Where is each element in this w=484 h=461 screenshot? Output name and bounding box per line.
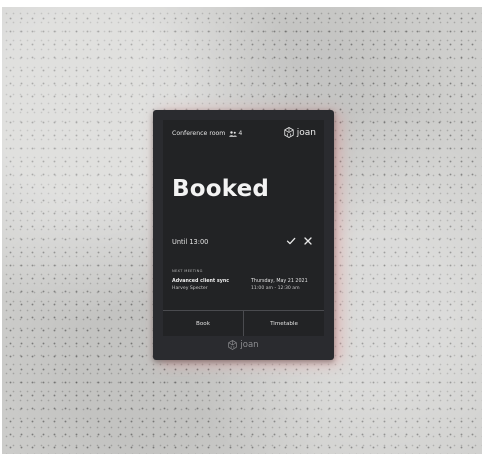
book-button[interactable]: Book [163, 311, 243, 336]
bezel-brand: joan [153, 340, 334, 350]
timetable-button[interactable]: Timetable [243, 311, 324, 336]
room-name: Conference room [172, 130, 226, 137]
joan-logo-icon [228, 340, 238, 350]
brand: joan [284, 127, 316, 138]
people-icon [229, 130, 238, 137]
next-meeting-time: 11:00 am - 12:30 am [251, 286, 300, 291]
next-meeting-label: NEXT MEETING [172, 269, 203, 273]
brand-name: joan [296, 127, 316, 138]
next-meeting-date: Thursday, May 21 2021 [251, 279, 308, 284]
booking-status: Booked [172, 176, 270, 202]
joan-logo-icon [284, 127, 294, 138]
close-icon[interactable] [303, 236, 313, 246]
action-bar: Book Timetable [163, 310, 324, 336]
bezel-brand-name: joan [240, 340, 259, 350]
check-icon[interactable] [286, 236, 296, 246]
booked-until: Until 13:00 [172, 238, 209, 246]
next-meeting-host: Harvey Specter [172, 286, 208, 291]
room-booking-device: Conference room 4 joan Booked Until 13:0… [153, 110, 334, 360]
device-screen: Conference room 4 joan Booked Until 13:0… [163, 120, 324, 336]
next-meeting-title: Advanced client sync [172, 279, 230, 284]
room-info: Conference room 4 [172, 130, 242, 137]
room-capacity: 4 [238, 130, 243, 137]
